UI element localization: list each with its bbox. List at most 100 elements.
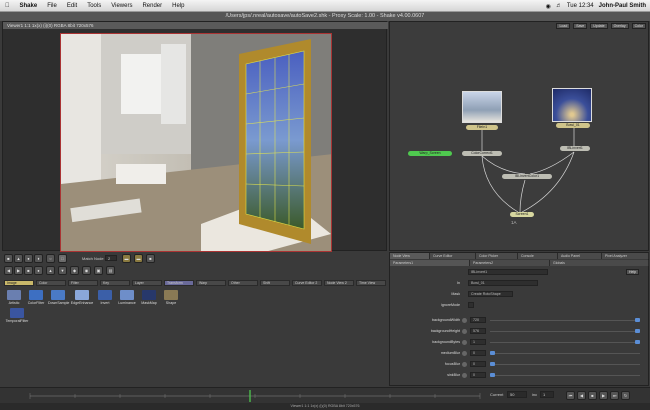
param-mask-field[interactable]: Create RotoShape bbox=[468, 291, 513, 297]
apple-icon[interactable]:  bbox=[0, 3, 15, 9]
wifi-icon[interactable]: ◉ bbox=[546, 3, 551, 10]
node-view[interactable]: Load Save Update Overlay Color FileIn1 B… bbox=[389, 21, 649, 251]
param-mediumblur-field[interactable]: 0 bbox=[470, 350, 486, 356]
playback-8-icon[interactable]: ◉ bbox=[82, 266, 91, 275]
volume-icon[interactable]: ♬ bbox=[556, 3, 562, 9]
tool-invert[interactable]: Invert bbox=[95, 290, 115, 305]
param-sinkblur-field[interactable]: 0 bbox=[470, 372, 486, 378]
tool-downsample[interactable]: DownSample bbox=[48, 290, 69, 305]
menu-file[interactable]: File bbox=[42, 3, 62, 9]
tab-audio-panel[interactable]: Audio Panel bbox=[558, 253, 602, 259]
menu-viewers[interactable]: Viewers bbox=[106, 3, 137, 9]
playback-9-icon[interactable]: ▣ bbox=[94, 266, 103, 275]
viewer-tool-2-icon[interactable]: ▲ bbox=[14, 254, 23, 263]
param-bgbytes-slider[interactable] bbox=[490, 340, 640, 344]
tab-parameters1[interactable]: Parameters1 bbox=[390, 260, 470, 266]
tool-edgeenhance[interactable]: EdgeEnhance bbox=[70, 290, 94, 305]
param-sinkblur-slider[interactable] bbox=[490, 373, 640, 377]
slider-knob[interactable] bbox=[490, 351, 495, 355]
fast-forward-icon[interactable]: ⏭ bbox=[610, 391, 619, 400]
playback-6-icon[interactable]: ▼ bbox=[58, 266, 67, 275]
viewer-tool-5-icon[interactable]: ○ bbox=[46, 254, 55, 263]
param-bgwidth-field[interactable]: 720 bbox=[470, 317, 486, 323]
param-keyframe-icon[interactable] bbox=[462, 351, 467, 356]
stop-icon[interactable]: ■ bbox=[588, 391, 597, 400]
tool-colorfilter[interactable]: ColorFilter bbox=[26, 290, 46, 305]
param-bgwidth-slider[interactable] bbox=[490, 318, 640, 322]
viewer-tool-6-icon[interactable]: □ bbox=[58, 254, 67, 263]
viewer-tool-9-icon[interactable]: ■ bbox=[146, 254, 155, 263]
timeline[interactable]: Current 50 inc 1 ⏮ ◀ ■ ▶ ⏭ ↻ bbox=[0, 387, 650, 403]
menu-app[interactable]: Shake bbox=[15, 3, 43, 9]
param-keyframe-icon[interactable] bbox=[462, 318, 467, 323]
tab-layer[interactable]: Layer bbox=[132, 280, 162, 286]
tool-luminance[interactable]: Luminance bbox=[117, 290, 137, 305]
menu-render[interactable]: Render bbox=[137, 3, 167, 9]
match-node-field[interactable]: 2 bbox=[105, 255, 117, 261]
menu-help[interactable]: Help bbox=[167, 3, 189, 9]
tool-shape[interactable]: Shape bbox=[161, 290, 181, 305]
increment-field[interactable]: 1 bbox=[540, 391, 554, 398]
viewer-tool-1-icon[interactable]: ■ bbox=[4, 254, 13, 263]
tab-color-picker[interactable]: Color Picker bbox=[476, 253, 518, 259]
ignoremode-checkbox[interactable] bbox=[468, 302, 474, 308]
tab-transform[interactable]: Transform bbox=[164, 280, 194, 286]
slider-knob[interactable] bbox=[490, 373, 495, 377]
playback-10-icon[interactable]: ▤ bbox=[106, 266, 115, 275]
param-in-field[interactable]: Bowl_01 bbox=[468, 280, 538, 286]
current-frame-field[interactable]: 50 bbox=[507, 391, 527, 398]
menu-clock[interactable]: Tue 12:34 bbox=[567, 3, 594, 9]
tab-key[interactable]: Key bbox=[100, 280, 130, 286]
param-focusblur-field[interactable]: 0 bbox=[470, 361, 486, 367]
viewer-tool-3-icon[interactable]: ● bbox=[24, 254, 33, 263]
playback-4-icon[interactable]: ● bbox=[34, 266, 43, 275]
tab-node-view-2[interactable]: Node View 2 bbox=[324, 280, 354, 286]
tab-time-view[interactable]: Time View bbox=[356, 280, 386, 286]
tool-artistic[interactable]: Artistic bbox=[4, 290, 24, 305]
param-bgbytes-field[interactable]: 1 bbox=[470, 339, 486, 345]
tab-shift[interactable]: Shift bbox=[260, 280, 290, 286]
tab-filter[interactable]: Filter bbox=[68, 280, 98, 286]
node-filein[interactable]: FileIn1 bbox=[466, 125, 498, 130]
tab-color[interactable]: Color bbox=[36, 280, 66, 286]
viewer-tool-4-icon[interactable]: ♦ bbox=[34, 254, 43, 263]
tab-node-view[interactable]: Node View bbox=[390, 253, 430, 259]
param-mediumblur-slider[interactable] bbox=[490, 351, 640, 355]
slider-knob[interactable] bbox=[635, 329, 640, 333]
slider-knob[interactable] bbox=[490, 362, 495, 366]
slider-knob[interactable] bbox=[635, 318, 640, 322]
playback-2-icon[interactable]: ▶ bbox=[14, 266, 23, 275]
tab-other[interactable]: Other bbox=[228, 280, 258, 286]
play-back-icon[interactable]: ◀ bbox=[577, 391, 586, 400]
loop-icon[interactable]: ↻ bbox=[621, 391, 630, 400]
node-bowl[interactable]: Bowl_01 bbox=[556, 123, 590, 128]
node-thumbnail-bowl[interactable] bbox=[552, 88, 592, 122]
help-button[interactable]: Help bbox=[626, 269, 640, 275]
node-name-field[interactable]: IBLinvert1 bbox=[468, 269, 548, 275]
node-screen[interactable]: Screen1 bbox=[510, 212, 534, 217]
slider-knob[interactable] bbox=[635, 340, 640, 344]
tab-globals[interactable]: Globals bbox=[550, 260, 649, 266]
tab-parameters2[interactable]: Parameters2 bbox=[470, 260, 550, 266]
param-keyframe-icon[interactable] bbox=[462, 340, 467, 345]
tab-pixel-analyzer[interactable]: Pixel Analyzer bbox=[602, 253, 649, 259]
play-icon[interactable]: ▶ bbox=[599, 391, 608, 400]
param-keyframe-icon[interactable] bbox=[462, 329, 467, 334]
tab-image[interactable]: Image bbox=[4, 280, 34, 286]
tab-curve-editor[interactable]: Curve Editor bbox=[430, 253, 476, 259]
menu-user[interactable]: John-Paul Smith bbox=[599, 3, 646, 9]
param-keyframe-icon[interactable] bbox=[462, 373, 467, 378]
node-thumbnail-filein[interactable] bbox=[462, 91, 502, 123]
param-bgheight-field[interactable]: 576 bbox=[470, 328, 486, 334]
playback-5-icon[interactable]: ▲ bbox=[46, 266, 55, 275]
tab-warp[interactable]: Warp bbox=[196, 280, 226, 286]
tool-temporalfilter[interactable]: TemporalFilter bbox=[4, 308, 30, 323]
menu-edit[interactable]: Edit bbox=[62, 3, 82, 9]
param-bgheight-slider[interactable] bbox=[490, 329, 640, 333]
viewer-image[interactable] bbox=[60, 33, 332, 252]
tool-maskmap[interactable]: MaskMap bbox=[139, 290, 159, 305]
node-colorcorrect[interactable]: ColorCorrect1 bbox=[462, 151, 502, 156]
rewind-icon[interactable]: ⏮ bbox=[566, 391, 575, 400]
viewer-tool-7-icon[interactable]: ▬ bbox=[122, 254, 131, 263]
viewer-tool-8-icon[interactable]: ▬ bbox=[134, 254, 143, 263]
